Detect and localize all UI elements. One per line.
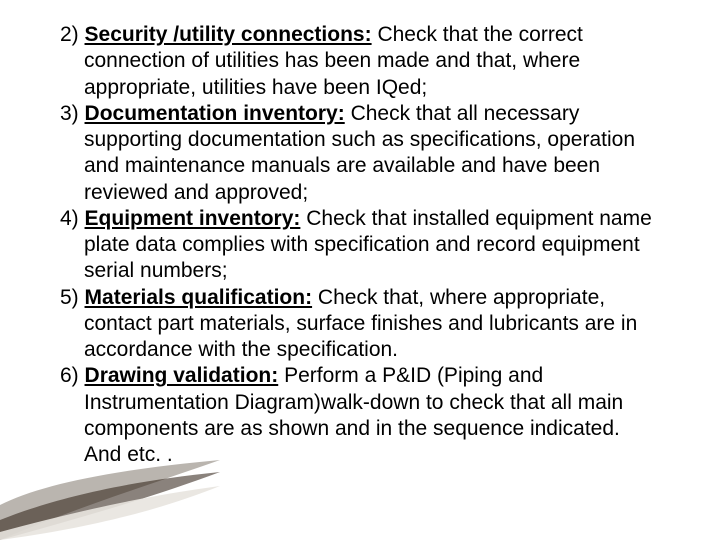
- list-item: 5) Materials qualification: Check that, …: [60, 285, 660, 364]
- item-number: 3): [60, 102, 79, 125]
- item-title: Documentation inventory:: [85, 102, 345, 125]
- list-item: 2) Security /utility connections: Check …: [60, 22, 660, 101]
- item-number: 2): [60, 23, 79, 46]
- list: 2) Security /utility connections: Check …: [60, 22, 660, 468]
- item-title: Equipment inventory:: [85, 207, 301, 230]
- item-title: Security /utility connections:: [85, 23, 372, 46]
- item-number: 4): [60, 207, 79, 230]
- item-number: 6): [60, 364, 79, 387]
- item-number: 5): [60, 286, 79, 309]
- item-title: Materials qualification:: [85, 286, 313, 309]
- list-item: 4) Equipment inventory: Check that insta…: [60, 206, 660, 285]
- item-title: Drawing validation:: [85, 364, 279, 387]
- list-item: 6) Drawing validation: Perform a P&ID (P…: [60, 363, 660, 468]
- list-item: 3) Documentation inventory: Check that a…: [60, 101, 660, 206]
- slide: 2) Security /utility connections: Check …: [0, 0, 720, 540]
